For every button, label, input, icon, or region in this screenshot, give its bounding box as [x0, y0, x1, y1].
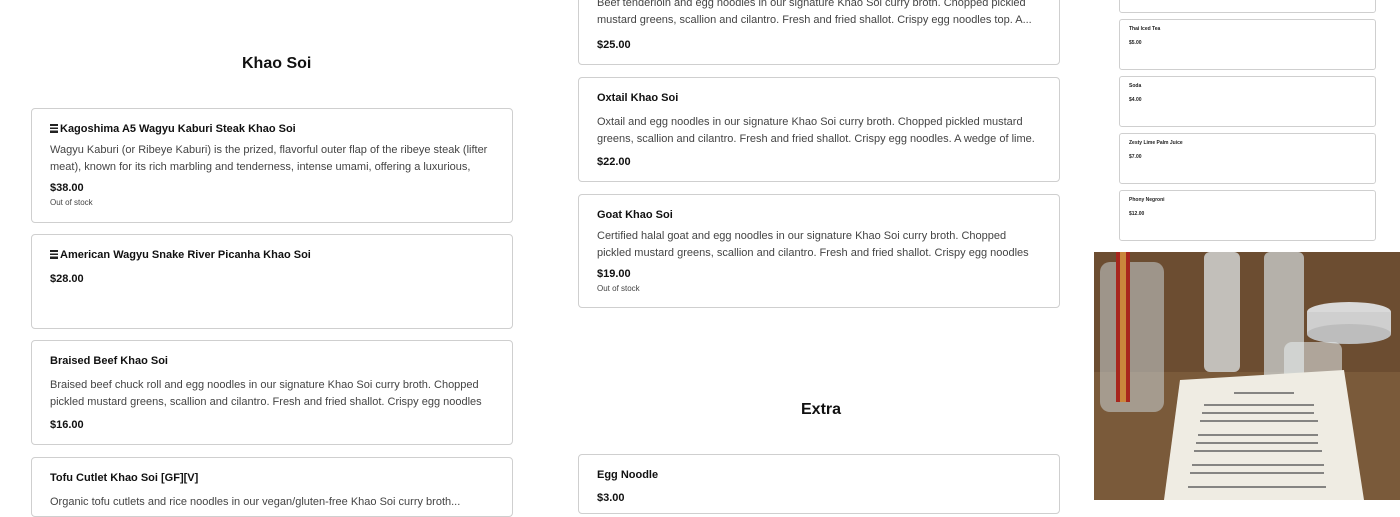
drink-card-zesty-lime-palm-juice[interactable]: Zesty Lime Palm Juice $7.00: [1119, 133, 1376, 184]
item-price: $3.00: [597, 492, 625, 504]
item-description: Braised beef chuck roll and egg noodles …: [50, 379, 482, 408]
menu-item-card-oxtail[interactable]: Oxtail Khao Soi Oxtail and egg noodles i…: [578, 77, 1060, 182]
menu-item-card-beef-tenderloin[interactable]: Beef tenderloin and egg noodles in our s…: [578, 0, 1060, 65]
drink-name: Phony Negroni: [1129, 197, 1165, 203]
item-name: American Wagyu Snake River Picanha Khao …: [50, 249, 311, 261]
menu-item-card-goat[interactable]: Goat Khao Soi Certified halal goat and e…: [578, 194, 1060, 308]
drink-price: $7.00: [1129, 154, 1142, 160]
menu-item-card-american-wagyu[interactable]: American Wagyu Snake River Picanha Khao …: [31, 234, 513, 329]
item-description: Wagyu Kaburi (or Ribeye Kaburi) is the p…: [50, 144, 488, 173]
item-price: $19.00: [597, 268, 631, 280]
menu-item-card-kagoshima-wagyu[interactable]: Kagoshima A5 Wagyu Kaburi Steak Khao Soi…: [31, 108, 513, 223]
item-name: Goat Khao Soi: [597, 209, 673, 221]
item-name: Tofu Cutlet Khao Soi [GF][V]: [50, 472, 199, 484]
menu-item-card-egg-noodle[interactable]: Egg Noodle $3.00: [578, 454, 1060, 514]
item-price: $22.00: [597, 156, 631, 168]
item-price: $38.00: [50, 182, 84, 194]
stock-status: Out of stock: [50, 198, 93, 207]
drink-card-thai-iced-tea[interactable]: Thai Iced Tea $5.00: [1119, 19, 1376, 70]
item-description: Oxtail and egg noodles in our signature …: [597, 116, 1035, 145]
item-name: Oxtail Khao Soi: [597, 92, 679, 104]
drink-name: Zesty Lime Palm Juice: [1129, 140, 1183, 146]
drink-name: Thai Iced Tea: [1129, 26, 1161, 32]
section-title-extra: Extra: [801, 401, 842, 418]
drink-name: Soda: [1129, 83, 1142, 89]
drink-card[interactable]: [1119, 0, 1376, 13]
item-name-text: American Wagyu Snake River Picanha Khao …: [60, 249, 311, 261]
item-name: Egg Noodle: [597, 469, 659, 481]
item-description: Certified halal goat and egg noodles in …: [597, 230, 1029, 259]
drink-price: $5.00: [1129, 40, 1142, 46]
drink-card-soda[interactable]: Soda $4.00: [1119, 76, 1376, 127]
item-description: Organic tofu cutlets and rice noodles in…: [50, 496, 461, 508]
flag-icon: [50, 250, 58, 259]
menu-item-card-braised-beef[interactable]: Braised Beef Khao Soi Braised beef chuck…: [31, 340, 513, 445]
item-name: Braised Beef Khao Soi: [50, 355, 168, 367]
restaurant-photo: [1094, 252, 1400, 500]
drink-price: $4.00: [1129, 97, 1142, 103]
item-description: Beef tenderloin and egg noodles in our s…: [597, 0, 1032, 26]
section-title-khao-soi: Khao Soi: [242, 55, 312, 72]
item-price: $16.00: [50, 419, 84, 431]
drink-price: $12.00: [1129, 211, 1145, 217]
item-name: Kagoshima A5 Wagyu Kaburi Steak Khao Soi: [50, 123, 296, 135]
menu-item-card-tofu-cutlet[interactable]: Tofu Cutlet Khao Soi [GF][V] Organic tof…: [31, 457, 513, 517]
flag-icon: [50, 124, 58, 133]
item-price: $25.00: [597, 39, 631, 51]
drink-card-phony-negroni[interactable]: Phony Negroni $12.00: [1119, 190, 1376, 241]
item-name-text: Kagoshima A5 Wagyu Kaburi Steak Khao Soi: [60, 123, 296, 135]
stock-status: Out of stock: [597, 284, 640, 293]
photo-illustration: [1094, 252, 1400, 500]
item-price: $28.00: [50, 273, 84, 285]
